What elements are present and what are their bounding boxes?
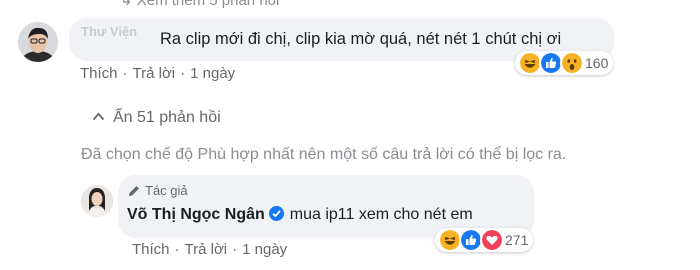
pencil-icon bbox=[129, 185, 139, 196]
reply-link[interactable]: Trả lời bbox=[133, 65, 176, 82]
author-badge: Tác giả bbox=[127, 183, 188, 198]
comment-text: Ra clip mới đi chị, clip kia mờ quá, nét… bbox=[160, 30, 562, 48]
reaction-summary[interactable]: 160 bbox=[515, 51, 614, 75]
timestamp[interactable]: 1 ngày bbox=[190, 65, 235, 82]
like-link[interactable]: Thích bbox=[80, 65, 118, 82]
author-comment-line: Võ Thị Ngọc Ngân mua ip11 xem cho nét em bbox=[127, 206, 473, 224]
timestamp[interactable]: 1 ngày bbox=[242, 241, 287, 258]
view-more-replies-link[interactable]: ↳ Xem thêm 5 phản hồi bbox=[120, 0, 279, 9]
author-comment-text: mua ip11 xem cho nét em bbox=[289, 206, 473, 223]
chevron-up-icon bbox=[92, 112, 105, 121]
reaction-count: 160 bbox=[585, 55, 609, 71]
hide-replies-link[interactable]: Ẩn 51 phản hồi bbox=[92, 109, 221, 127]
verified-badge-icon bbox=[268, 206, 284, 221]
like-link[interactable]: Thích bbox=[132, 241, 170, 258]
reaction-count-2: 271 bbox=[505, 232, 529, 248]
reaction-summary-2[interactable]: 271 bbox=[435, 228, 534, 252]
author-comment-actions: Thích · Trả lời · 1 ngày bbox=[132, 241, 288, 258]
love-icon bbox=[480, 228, 504, 252]
wow-icon bbox=[560, 51, 584, 75]
commenter-name-faded[interactable]: Thư Viện bbox=[81, 24, 137, 39]
author-avatar[interactable] bbox=[81, 185, 113, 217]
comment-actions: Thích · Trả lời · 1 ngày bbox=[80, 65, 236, 82]
filter-notice: Đã chọn chế độ Phù hợp nhất nên một số c… bbox=[81, 146, 567, 163]
reply-link[interactable]: Trả lời bbox=[185, 241, 228, 258]
author-name[interactable]: Võ Thị Ngọc Ngân bbox=[127, 206, 265, 223]
reply-arrow-icon: ↳ bbox=[120, 0, 137, 9]
commenter-avatar[interactable] bbox=[18, 22, 58, 62]
